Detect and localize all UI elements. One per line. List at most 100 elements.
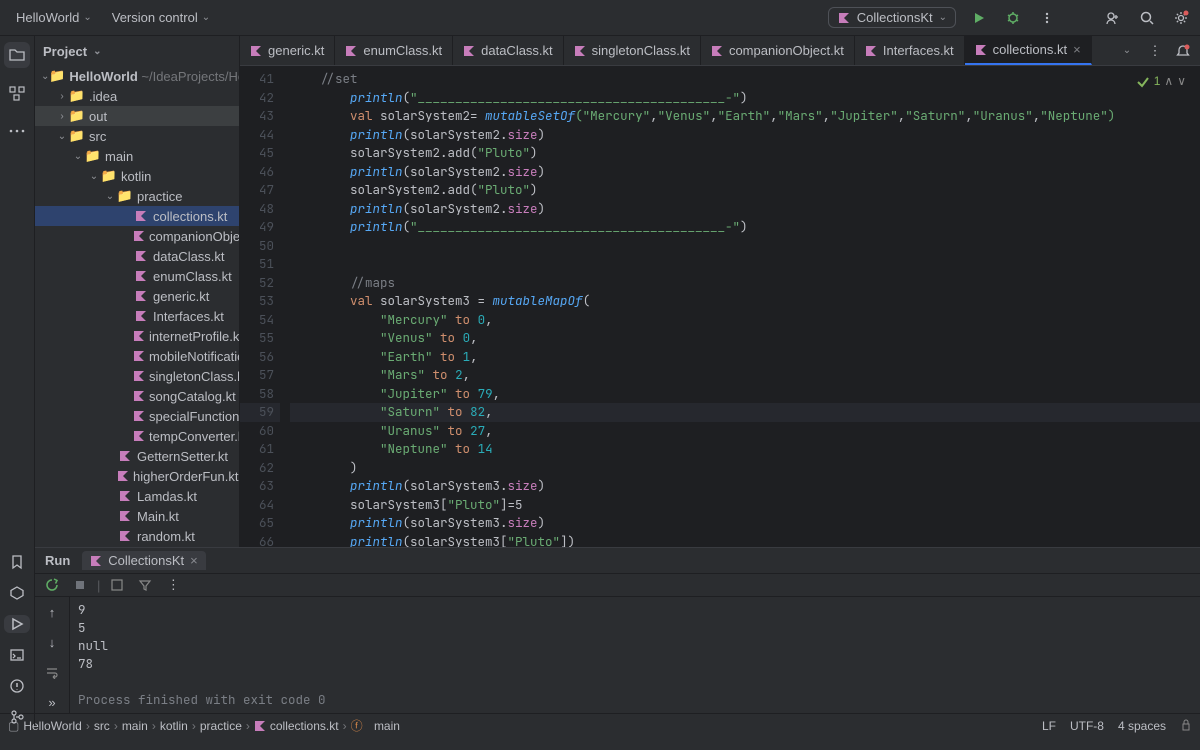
kotlin-file-icon — [117, 490, 133, 502]
tab-collections[interactable]: collections.kt× — [965, 36, 1092, 65]
search-icon[interactable] — [1136, 7, 1158, 29]
run-tool-icon[interactable] — [4, 615, 30, 634]
inspection-indicator[interactable]: 1∧∨ — [1136, 74, 1186, 88]
tree-file[interactable]: songCatalog.kt — [35, 386, 239, 406]
tree-file[interactable]: specialFunction.… — [35, 406, 239, 426]
tab-generic[interactable]: generic.kt — [240, 36, 335, 65]
tree-root[interactable]: ⌄📁HelloWorld ~/IdeaProjects/Hell… — [35, 66, 239, 86]
tab-singletonclass[interactable]: singletonClass.kt — [564, 36, 701, 65]
vcs-dropdown[interactable]: Version control⌄ — [104, 6, 218, 29]
run-button[interactable] — [968, 7, 990, 29]
kotlin-file-icon — [133, 370, 145, 382]
run-config-selector[interactable]: CollectionsKt⌄ — [828, 7, 956, 28]
tab-interfaces[interactable]: Interfaces.kt — [855, 36, 965, 65]
code-with-me-icon[interactable] — [1102, 7, 1124, 29]
breadcrumb[interactable]: ▢HelloWorld› src› main› kotlin› practice… — [8, 717, 400, 734]
editor-area: generic.kt enumClass.kt dataClass.kt sin… — [240, 36, 1200, 547]
tree-file[interactable]: random.kt — [35, 526, 239, 546]
folder-icon: 📁 — [85, 148, 101, 164]
rerun-icon[interactable] — [41, 574, 63, 596]
folder-icon: 📁 — [69, 88, 85, 104]
chevron-down-icon: ⌄ — [939, 12, 947, 23]
run-tab[interactable]: CollectionsKt× — [82, 551, 205, 570]
tab-dataclass[interactable]: dataClass.kt — [453, 36, 564, 65]
up-icon[interactable]: ↑ — [41, 601, 63, 623]
debug-button[interactable] — [1002, 7, 1024, 29]
kotlin-file-icon — [133, 310, 149, 322]
notifications-icon[interactable] — [1172, 40, 1194, 62]
kotlin-file-icon — [133, 330, 145, 342]
tree-file[interactable]: tempConverter.k… — [35, 426, 239, 446]
kotlin-file-icon — [837, 11, 851, 25]
kotlin-file-icon — [117, 470, 129, 482]
down-icon[interactable]: ↓ — [41, 631, 63, 653]
tree-folder[interactable]: ⌄📁src — [35, 126, 239, 146]
tree-file[interactable]: mobileNotificatio… — [35, 346, 239, 366]
code-editor[interactable]: //set println("_________________________… — [280, 66, 1200, 547]
kotlin-file-icon — [574, 45, 586, 57]
tree-file[interactable]: enumClass.kt — [35, 266, 239, 286]
tree-file[interactable]: dataClass.kt — [35, 246, 239, 266]
scroll-end-icon[interactable]: » — [41, 691, 63, 713]
kotlin-file-icon — [133, 410, 145, 422]
services-icon[interactable] — [4, 584, 30, 603]
tree-folder[interactable]: ›📁out — [35, 106, 239, 126]
console-output[interactable]: 9 5 null 78 Process finished with exit c… — [70, 597, 1200, 713]
run-panel-title: Run — [45, 553, 70, 568]
layout-icon[interactable] — [106, 574, 128, 596]
more-icon[interactable] — [1036, 7, 1058, 29]
kotlin-file-icon — [117, 510, 133, 522]
folder-icon: 📁 — [117, 188, 133, 204]
close-icon[interactable]: × — [1073, 42, 1081, 57]
tree-file[interactable]: internetProfile.k… — [35, 326, 239, 346]
tree-file[interactable]: GetternSetter.kt — [35, 446, 239, 466]
tree-file[interactable]: companionObje… — [35, 226, 239, 246]
close-icon[interactable]: × — [190, 553, 198, 568]
more-icon[interactable]: ⋮ — [162, 574, 184, 596]
terminal-icon[interactable] — [4, 645, 30, 664]
kotlin-file-icon — [133, 290, 149, 302]
bookmarks-icon[interactable] — [4, 553, 30, 572]
tree-file[interactable]: singletonClass.k… — [35, 366, 239, 386]
tree-folder[interactable]: ›📁.idea — [35, 86, 239, 106]
more-icon[interactable]: ⋮ — [1144, 40, 1166, 62]
chevron-down-icon: ⌄ — [93, 46, 101, 57]
tree-file[interactable]: Lamdas.kt — [35, 486, 239, 506]
console-side-toolbar: ↑ ↓ » — [35, 597, 70, 713]
problems-icon[interactable] — [4, 676, 30, 695]
soft-wrap-icon[interactable] — [41, 661, 63, 683]
kotlin-file-icon — [865, 45, 877, 57]
kotlin-file-icon — [254, 720, 266, 732]
tree-file[interactable]: collections.kt — [35, 206, 239, 226]
line-gutter[interactable]: 4142434445464748495051525354555657585960… — [240, 66, 280, 547]
readonly-icon[interactable] — [1180, 719, 1192, 733]
tree-file[interactable]: generic.kt — [35, 286, 239, 306]
editor-tabs: generic.kt enumClass.kt dataClass.kt sin… — [240, 36, 1200, 66]
tree-file[interactable]: higherOrderFun.kt — [35, 466, 239, 486]
settings-icon[interactable] — [1170, 7, 1192, 29]
project-dropdown[interactable]: HelloWorld⌄ — [8, 6, 100, 29]
tree-folder[interactable]: ⌄📁kotlin — [35, 166, 239, 186]
indent[interactable]: 4 spaces — [1118, 719, 1166, 733]
tree-folder[interactable]: ⌄📁main — [35, 146, 239, 166]
line-sep[interactable]: LF — [1042, 719, 1056, 733]
kotlin-file-icon — [90, 555, 102, 567]
project-tree: ⌄📁HelloWorld ~/IdeaProjects/Hell… ›📁.ide… — [35, 66, 239, 546]
tree-folder[interactable]: ⌄📁practice — [35, 186, 239, 206]
project-panel-header[interactable]: Project⌄ — [35, 36, 239, 66]
stop-icon[interactable] — [69, 574, 91, 596]
left-tool-rail — [0, 36, 35, 547]
filter-icon[interactable] — [134, 574, 156, 596]
status-bar: ▢HelloWorld› src› main› kotlin› practice… — [0, 713, 1200, 737]
tab-enumclass[interactable]: enumClass.kt — [335, 36, 453, 65]
structure-tool-icon[interactable] — [4, 80, 30, 106]
encoding[interactable]: UTF-8 — [1070, 719, 1104, 733]
project-tool-icon[interactable] — [4, 42, 30, 68]
tree-file[interactable]: Interfaces.kt — [35, 306, 239, 326]
more-tool-icon[interactable] — [4, 118, 30, 144]
tab-companionobject[interactable]: companionObject.kt — [701, 36, 855, 65]
tree-file[interactable]: Main.kt — [35, 506, 239, 526]
run-toolbar: | ⋮ — [35, 574, 1200, 597]
folder-icon: 📁 — [69, 128, 85, 144]
chevron-down-icon[interactable]: ⌄ — [1116, 40, 1138, 62]
